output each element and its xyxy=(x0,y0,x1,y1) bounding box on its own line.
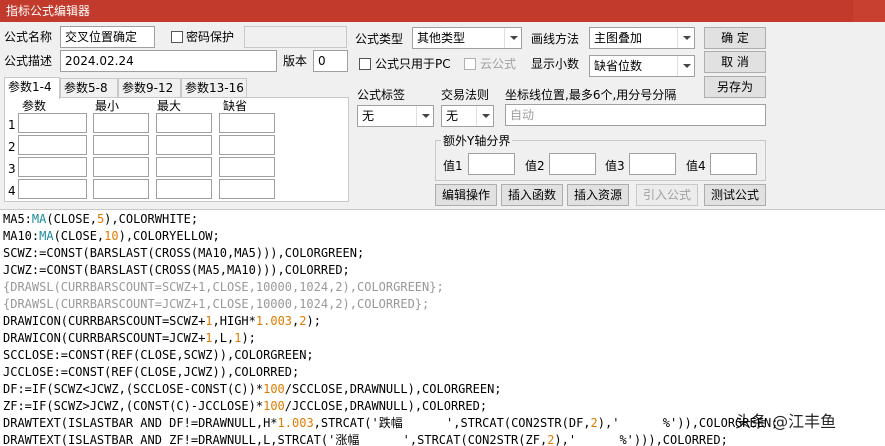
formula-desc-input[interactable]: 2024.02.24 xyxy=(60,50,277,72)
watermark: 头条 @江丰鱼 xyxy=(735,412,837,431)
insert-function-button[interactable]: 插入函数 xyxy=(501,184,563,206)
formula-name-input[interactable]: 交叉位置确定 xyxy=(60,26,155,48)
import-formula-button[interactable]: 引入公式 xyxy=(636,184,698,206)
draw-method-label: 画线方法 xyxy=(531,32,580,46)
formula-name-label: 公式名称 xyxy=(4,30,53,44)
code-line: MA10:MA(CLOSE,10),COLORYELLOW; xyxy=(3,229,220,243)
trade-rule-select[interactable]: 无 xyxy=(441,105,494,127)
cancel-button[interactable]: 取 消 xyxy=(704,51,766,73)
param-1-default-input[interactable] xyxy=(219,113,275,133)
title-bar: 指标公式编辑器 xyxy=(0,0,885,22)
param-2-max-input[interactable] xyxy=(156,135,212,155)
trade-rule-label: 交易法则 xyxy=(441,88,490,102)
y-val-label: 值1 xyxy=(443,159,463,173)
code-line: SCCLOSE:=CONST(REF(CLOSE,SCWZ)),COLORGRE… xyxy=(3,348,314,362)
formula-type-select[interactable]: 其他类型 xyxy=(412,27,522,49)
param-3-default-input[interactable] xyxy=(219,157,275,177)
draw-method-select[interactable]: 主图叠加 xyxy=(589,27,695,49)
tab-params-13-16[interactable]: 参数13-16 xyxy=(181,78,247,98)
code-line: DF:=IF(SCWZ<JCWZ,(SCCLOSE-CONST(C))*100/… xyxy=(3,382,502,396)
trade-rule-value: 无 xyxy=(446,109,459,123)
chevron-down-icon xyxy=(504,28,521,48)
param-row-label: 3 xyxy=(8,162,16,176)
y-val-label: 值3 xyxy=(605,159,625,173)
tab-params-5-8[interactable]: 参数5-8 xyxy=(60,78,118,98)
y-val-2-input[interactable] xyxy=(549,153,596,175)
cloud-formula-checkbox[interactable] xyxy=(464,58,476,70)
decimal-select[interactable]: 缺省位数 xyxy=(589,55,695,77)
chevron-down-icon xyxy=(476,106,493,126)
version-label: 版本 xyxy=(283,54,308,68)
formula-editor-window: 指标公式编辑器 公式名称 交叉位置确定 密码保护 公式类型 其他类型 画线方法 … xyxy=(0,0,885,446)
code-line: MA5:MA(CLOSE,5),COLORWHITE; xyxy=(3,212,199,226)
param-1-name-input[interactable] xyxy=(18,113,87,133)
formula-type-label: 公式类型 xyxy=(355,32,404,46)
formula-desc-label: 公式描述 xyxy=(4,54,53,68)
param-header-max: 最大 xyxy=(157,99,182,113)
insert-resource-button[interactable]: 插入资源 xyxy=(567,184,629,206)
version-input[interactable]: 0 xyxy=(313,50,348,72)
param-3-name-input[interactable] xyxy=(18,157,87,177)
tab-params-9-12[interactable]: 参数9-12 xyxy=(118,78,181,98)
tab-params-1-4[interactable]: 参数1-4 xyxy=(4,77,60,99)
save-as-button[interactable]: 另存为 xyxy=(704,76,766,98)
param-row-label: 1 xyxy=(8,118,16,132)
password-label: 密码保护 xyxy=(186,30,235,44)
param-row-label: 2 xyxy=(8,140,16,154)
window-title: 指标公式编辑器 xyxy=(6,4,91,18)
pc-only-checkbox[interactable] xyxy=(359,58,371,70)
y-val-3-input[interactable] xyxy=(629,153,676,175)
password-input[interactable] xyxy=(244,26,347,48)
code-line: JCCLOSE:=CONST(REF(CLOSE,JCWZ)),COLORRED… xyxy=(3,365,300,379)
param-1-max-input[interactable] xyxy=(156,113,212,133)
cloud-formula-label: 云公式 xyxy=(480,57,517,71)
chevron-down-icon xyxy=(416,106,433,126)
param-4-default-input[interactable] xyxy=(219,179,275,199)
code-line: DRAWICON(CURRBARSCOUNT=SCWZ+1,HIGH*1.003… xyxy=(3,314,321,328)
decimal-label: 显示小数 xyxy=(531,57,580,71)
param-row-label: 4 xyxy=(8,184,16,198)
param-3-min-input[interactable] xyxy=(93,157,149,177)
param-header-name: 参数 xyxy=(22,99,47,113)
code-line: {DRAWSL(CURRBARSCOUNT=SCWZ+1,CLOSE,10000… xyxy=(3,280,444,294)
password-checkbox[interactable] xyxy=(171,31,183,43)
y-val-1-input[interactable] xyxy=(468,153,515,175)
param-4-name-input[interactable] xyxy=(18,179,87,199)
param-3-max-input[interactable] xyxy=(156,157,212,177)
decimal-value: 缺省位数 xyxy=(594,59,643,73)
param-2-min-input[interactable] xyxy=(93,135,149,155)
edit-operation-button[interactable]: 编辑操作 xyxy=(435,184,497,206)
formula-type-value: 其他类型 xyxy=(417,31,466,45)
params-panel: 参数 最小 最大 缺省 1 2 3 4 xyxy=(4,97,349,202)
coord-line-label: 坐标线位置,最多6个,用分号分隔 xyxy=(505,88,677,102)
code-line: SCWZ:=CONST(BARSLAST(CROSS(MA10,MA5))),C… xyxy=(3,246,365,260)
param-2-name-input[interactable] xyxy=(18,135,87,155)
param-header-min: 最小 xyxy=(95,99,120,113)
chevron-down-icon xyxy=(677,28,694,48)
param-2-default-input[interactable] xyxy=(219,135,275,155)
pc-only-label: 公式只用于PC xyxy=(375,57,451,71)
param-4-max-input[interactable] xyxy=(156,179,212,199)
draw-method-value: 主图叠加 xyxy=(594,31,643,45)
formula-tag-value: 无 xyxy=(362,109,375,123)
test-formula-button[interactable]: 测试公式 xyxy=(704,184,766,206)
coord-line-input[interactable]: 自动 xyxy=(505,104,766,126)
formula-tag-label: 公式标签 xyxy=(357,88,406,102)
code-line: JCWZ:=CONST(BARSLAST(CROSS(MA5,MA10))),C… xyxy=(3,263,350,277)
code-line: DRAWTEXT(ISLASTBAR AND ZF!=DRAWNULL,L,ST… xyxy=(3,433,728,446)
y-axis-group-label: 额外Y轴分界 xyxy=(441,133,513,149)
param-4-min-input[interactable] xyxy=(93,179,149,199)
ok-button[interactable]: 确 定 xyxy=(704,27,766,49)
param-header-default: 缺省 xyxy=(223,99,248,113)
param-1-min-input[interactable] xyxy=(93,113,149,133)
y-val-label: 值4 xyxy=(686,159,706,173)
chevron-down-icon xyxy=(677,56,694,76)
y-val-label: 值2 xyxy=(525,159,545,173)
code-line: DRAWICON(CURRBARSCOUNT=JCWZ+1,L,1); xyxy=(3,331,256,345)
code-line: {DRAWSL(CURRBARSCOUNT=JCWZ+1,CLOSE,10000… xyxy=(3,297,430,311)
y-val-4-input[interactable] xyxy=(710,153,757,175)
close-window-button[interactable] xyxy=(853,0,885,22)
formula-tag-select[interactable]: 无 xyxy=(357,105,434,127)
